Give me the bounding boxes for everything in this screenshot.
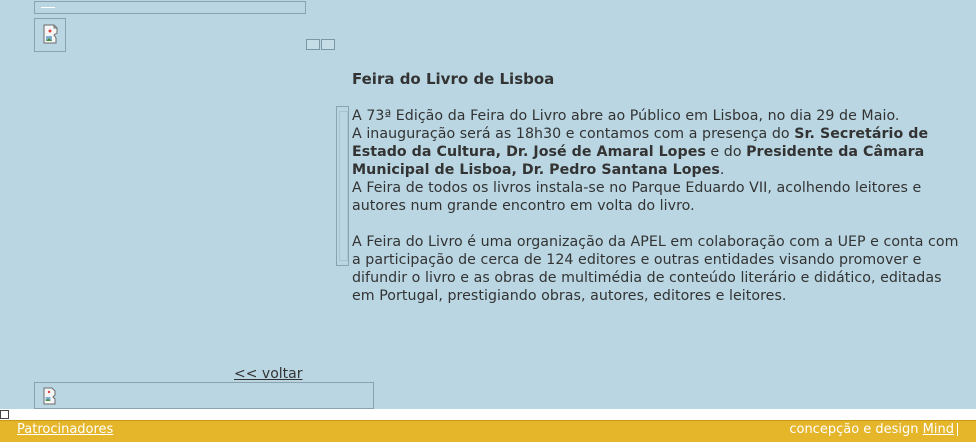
pager-box-right[interactable] — [321, 39, 335, 50]
top-banner-frame — [34, 1, 306, 14]
article-paragraph-1: A 73ª Edição da Feira do Livro abre ao P… — [352, 107, 962, 215]
design-credit-link[interactable]: Mind — [923, 422, 954, 437]
broken-image-icon — [35, 19, 65, 51]
article-scrollbar[interactable] — [336, 106, 349, 266]
text-caret — [957, 423, 958, 436]
article-period: . — [719, 162, 725, 178]
scrollbar-thumb[interactable] — [339, 111, 348, 261]
pager-box-left[interactable] — [306, 39, 320, 50]
spacer-marker — [0, 410, 9, 419]
article-title: Feira do Livro de Lisboa — [352, 70, 555, 88]
footer-spacer — [0, 409, 976, 420]
sponsors-link[interactable]: Patrocinadores — [17, 422, 113, 437]
back-link[interactable]: << voltar — [234, 366, 302, 382]
header-image-placeholder — [34, 18, 66, 52]
broken-image-icon — [40, 386, 60, 406]
article-inauguration-text: A inauguração será as 18h30 e contamos c… — [352, 126, 795, 142]
article-and-text: e do — [705, 144, 747, 160]
design-credit: concepção e design Mind — [789, 422, 954, 437]
article-line-location: A Feira de todos os livros instala-se no… — [352, 180, 922, 214]
design-credit-prefix: concepção e design — [789, 422, 923, 437]
article-body: A 73ª Edição da Feira do Livro abre ao P… — [352, 107, 962, 305]
article-paragraph-2: A Feira do Livro é uma organização da AP… — [352, 234, 959, 304]
footer-image-placeholder — [34, 382, 374, 409]
article-line-opening: A 73ª Edição da Feira do Livro abre ao P… — [352, 108, 900, 124]
banner-divider — [41, 7, 55, 8]
